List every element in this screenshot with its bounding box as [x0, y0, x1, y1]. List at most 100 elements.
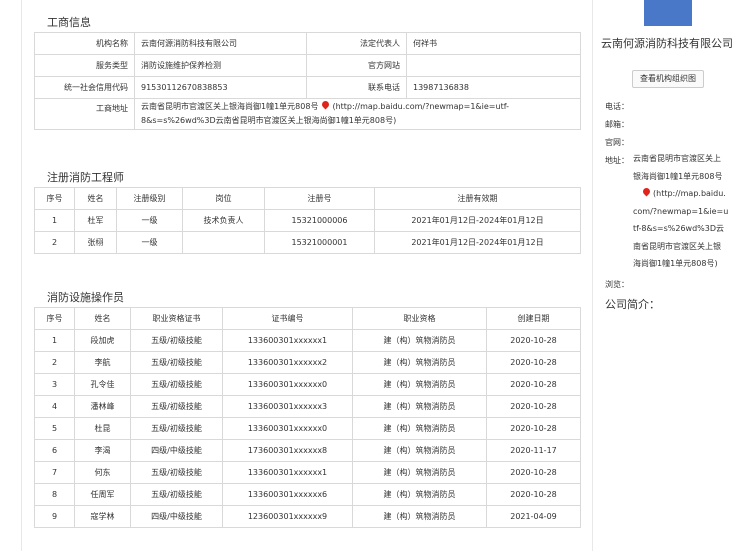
website-label: 官方网站	[306, 54, 407, 77]
table-cell: 133600301xxxxxx0	[222, 373, 353, 396]
org-name-value: 云南何源消防科技有限公司	[134, 32, 307, 55]
address-line: 银海尚御1幢1单元808号	[633, 171, 723, 181]
website-label: 官网：	[605, 138, 629, 147]
table-cell: 2020-10-28	[486, 351, 581, 374]
table-cell: 2021-04-09	[486, 505, 581, 528]
engineers-table: 序号 姓名 注册级别 岗位 注册号 注册有效期 1 杜军 一级 技术负责人 15…	[34, 187, 581, 254]
address-line: tf-8&s=s%26wd%3D云	[633, 224, 725, 233]
table-cell	[182, 231, 265, 254]
map-pin-icon[interactable]	[321, 99, 331, 110]
address-value: 云南省昆明市官渡区关上银海尚御1幢1单元808号	[141, 102, 319, 111]
table-cell: 建（构）筑物消防员	[352, 483, 487, 506]
table-cell: 2021年01月12日-2024年01月12日	[374, 209, 581, 232]
sidebar-company-name: 云南何源消防科技有限公司	[601, 37, 733, 50]
table-cell: 李渴	[74, 439, 131, 462]
company-intro-title: 公司简介：	[605, 298, 660, 311]
table-row: 2 张栩 一级 15321000001 2021年01月12日-2024年01月…	[34, 231, 581, 254]
table-row: 3 孔令佳 五级/初级技能 133600301xxxxxx0 建（构）筑物消防员…	[34, 373, 581, 396]
address-cell: 云南省昆明市官渡区关上银海尚御1幢1单元808号 (http://map.baid…	[134, 98, 581, 130]
column-header: 注册级别	[116, 187, 183, 210]
company-logo	[644, 0, 692, 26]
address-line: 云南省昆明市官渡区关上	[633, 154, 721, 163]
address-line: 南省昆明市官渡区关上银	[633, 241, 721, 251]
table-cell: 建（构）筑物消防员	[352, 417, 487, 440]
address-line: com/?newmap=1&ie=u	[633, 206, 729, 216]
table-cell: 15321000006	[264, 209, 375, 232]
table-cell: 2020-10-28	[486, 395, 581, 418]
table-cell: 133600301xxxxxx0	[222, 417, 353, 440]
table-cell: 建（构）筑物消防员	[352, 351, 487, 374]
table-cell: 9	[34, 505, 75, 528]
column-header: 注册有效期	[374, 187, 581, 210]
website-value[interactable]	[406, 54, 581, 77]
table-cell: 段加虎	[74, 329, 131, 352]
column-header: 序号	[34, 187, 75, 210]
phone-label: 电话：	[605, 102, 629, 111]
table-cell: 2020-10-28	[486, 483, 581, 506]
table-cell: 6	[34, 439, 75, 462]
table-row: 1 杜军 一级 技术负责人 15321000006 2021年01月12日-20…	[34, 209, 581, 232]
table-cell: 何东	[74, 461, 131, 484]
table-cell: 2020-10-28	[486, 461, 581, 484]
legal-rep-value: 何祥书	[406, 32, 581, 55]
table-cell: 7	[34, 461, 75, 484]
table-cell: 133600301xxxxxx3	[222, 395, 353, 418]
table-header-row: 序号 姓名 注册级别 岗位 注册号 注册有效期	[34, 187, 581, 210]
table-row: 5 杜昆 五级/初级技能 133600301xxxxxx0 建（构）筑物消防员 …	[34, 417, 581, 440]
credit-code-label: 统一社会信用代码	[34, 76, 135, 99]
table-header-row: 序号 姓名 职业资格证书 证书编号 职业资格 创建日期	[34, 307, 581, 330]
table-cell: 李航	[74, 351, 131, 374]
column-header: 序号	[34, 307, 75, 330]
table-row: 7 何东 五级/初级技能 133600301xxxxxx1 建（构）筑物消防员 …	[34, 461, 581, 484]
legal-rep-label: 法定代表人	[306, 32, 407, 55]
table-cell: 123600301xxxxxx9	[222, 505, 353, 528]
address-label: 工商地址	[34, 98, 135, 130]
table-row: 6 李渴 四级/中级技能 173600301xxxxxx8 建（构）筑物消防员 …	[34, 439, 581, 462]
table-cell: 133600301xxxxxx1	[222, 329, 353, 352]
engineers-title: 注册消防工程师	[47, 171, 124, 184]
table-cell: 五级/初级技能	[130, 483, 223, 506]
address-line[interactable]: (http://map.baidu.	[633, 185, 734, 203]
table-row: 统一社会信用代码 91530112670838853 联系电话 13987136…	[34, 76, 581, 99]
table-cell: 2020-10-28	[486, 373, 581, 396]
table-cell: 杜昆	[74, 417, 131, 440]
table-cell: 五级/初级技能	[130, 417, 223, 440]
table-row: 服务类型 消防设施维护保养检测 官方网站	[34, 54, 581, 77]
table-cell: 孔令佳	[74, 373, 131, 396]
column-header: 姓名	[74, 307, 131, 330]
column-header: 证书编号	[222, 307, 353, 330]
table-cell: 五级/初级技能	[130, 395, 223, 418]
table-cell: 五级/初级技能	[130, 329, 223, 352]
table-cell: 四级/中级技能	[130, 505, 223, 528]
org-name-label: 机构名称	[34, 32, 135, 55]
column-header: 职业资格	[352, 307, 487, 330]
column-header: 注册号	[264, 187, 375, 210]
table-cell: 五级/初级技能	[130, 461, 223, 484]
table-cell: 一级	[116, 209, 183, 232]
table-cell: 建（构）筑物消防员	[352, 329, 487, 352]
phone-label: 联系电话	[306, 76, 407, 99]
operators-table: 序号 姓名 职业资格证书 证书编号 职业资格 创建日期 1 段加虎 五级/初级技…	[34, 307, 581, 528]
table-cell: 133600301xxxxxx6	[222, 483, 353, 506]
address-label: 地址：	[605, 156, 629, 165]
email-label: 邮箱：	[605, 120, 629, 129]
table-cell: 5	[34, 417, 75, 440]
table-cell: 建（构）筑物消防员	[352, 373, 487, 396]
views-label: 浏览：	[605, 280, 629, 289]
address-line: 海尚御1幢1单元808号)	[633, 259, 718, 268]
credit-code-value: 91530112670838853	[134, 76, 307, 99]
table-row: 工商地址 云南省昆明市官渡区关上银海尚御1幢1单元808号 (http://map…	[34, 98, 581, 130]
table-cell: 1	[34, 329, 75, 352]
business-info-table: 机构名称 云南何源消防科技有限公司 法定代表人 何祥书 服务类型 消防设施维护保…	[34, 32, 581, 130]
table-cell: 四级/中级技能	[130, 439, 223, 462]
main-panel: 工商信息 机构名称 云南何源消防科技有限公司 法定代表人 何祥书 服务类型 消防…	[21, 0, 593, 551]
address-map-link[interactable]: (http://map.baidu.	[653, 189, 726, 198]
phone-value: 13987136838	[406, 76, 581, 99]
table-cell: 8	[34, 483, 75, 506]
map-pin-icon[interactable]	[641, 186, 652, 197]
table-cell: 技术负责人	[182, 209, 265, 232]
org-chart-button[interactable]: 查看机构组织图	[632, 70, 704, 88]
table-cell: 张栩	[74, 231, 117, 254]
table-cell: 15321000001	[264, 231, 375, 254]
service-type-label: 服务类型	[34, 54, 135, 77]
